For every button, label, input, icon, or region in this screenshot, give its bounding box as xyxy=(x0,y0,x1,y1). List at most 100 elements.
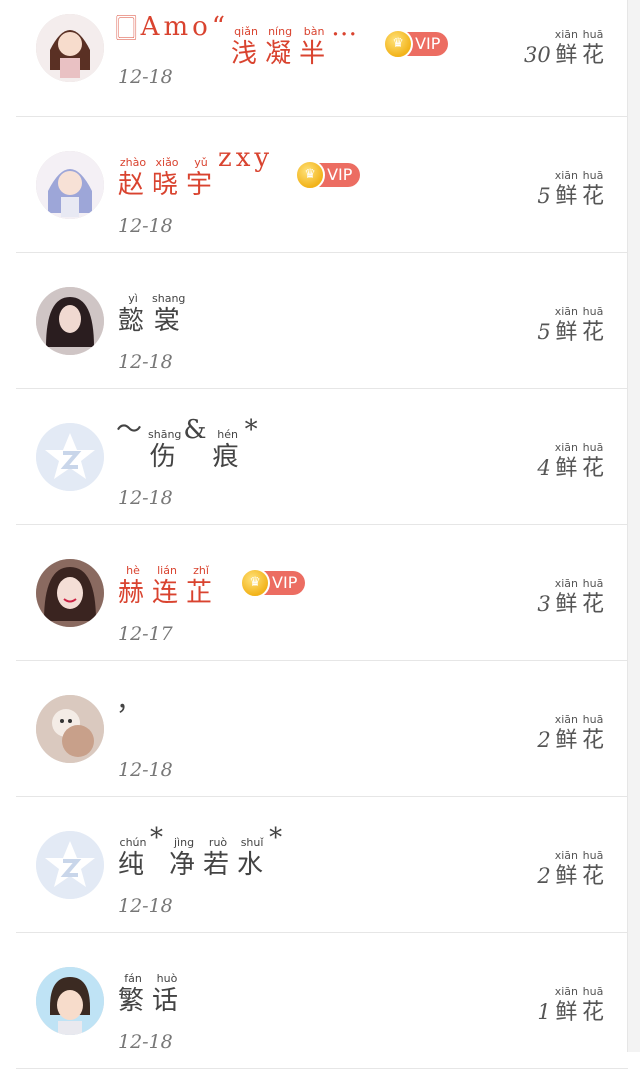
name-char-with-pinyin: zhǐ 芷 xyxy=(186,564,216,608)
vip-label: VIP xyxy=(327,165,353,184)
name-char-with-pinyin: fán 繁 xyxy=(118,972,148,1016)
name-text-segment: … xyxy=(331,12,362,42)
name-char-with-pinyin: xiǎo 晓 xyxy=(152,156,182,200)
name-char-with-pinyin: xiān 鲜 xyxy=(555,28,578,70)
flower-count: 2 xiān 鲜 huā 花 xyxy=(537,849,606,891)
name-char-with-pinyin: yǔ 宇 xyxy=(186,156,216,200)
hanzi-character: 水 xyxy=(237,850,268,880)
hanzi-character: 鲜 xyxy=(555,1000,578,1025)
name-char-with-pinyin: xiān 鲜 xyxy=(555,441,578,483)
hanzi-character: 赵 xyxy=(118,170,149,200)
avatar[interactable] xyxy=(36,967,104,1035)
list-item[interactable]: ～ shāng 伤 & hén 痕 * 12-18 4 xiān 鲜 huā 花 xyxy=(16,389,628,525)
user-name[interactable]: hè 赫 lián 连 zhǐ 芷 xyxy=(116,551,218,608)
gift-date: 12-18 xyxy=(118,215,173,237)
name-char-with-pinyin: xiān 鲜 xyxy=(555,713,578,755)
name-text-segment: zxy xyxy=(218,143,274,173)
list-item[interactable]: hè 赫 lián 连 zhǐ 芷 ♛ VIP 12-17 3 xiān 鲜 huā 花 xyxy=(16,525,628,661)
pinyin-annotation: bàn xyxy=(303,25,325,38)
list-item[interactable]: zhào 赵 xiǎo 晓 yǔ 宇 zxy ♛ VIP 12-18 5 xiān 鲜 huā 花 xyxy=(16,117,628,253)
name-char-with-pinyin: shang 裳 xyxy=(152,292,185,336)
avatar[interactable] xyxy=(36,14,104,82)
pinyin-annotation: níng xyxy=(268,25,293,38)
name-char-with-pinyin: huā 花 xyxy=(582,441,604,483)
flower-count: 2 xiān 鲜 huā 花 xyxy=(537,713,606,755)
avatar[interactable] xyxy=(36,287,104,355)
list-item[interactable]: 🀆Amo“ qiǎn 浅 níng 凝 bàn 半… ♛ VIP 12-18 30 xiān 鲜 huā 花 xyxy=(16,0,628,117)
user-name[interactable]: 🀆Amo“ qiǎn 浅 níng 凝 bàn 半… xyxy=(116,12,361,69)
crown-icon: ♛ xyxy=(240,567,271,598)
default-avatar-icon[interactable] xyxy=(36,423,104,491)
pinyin-annotation: lián xyxy=(157,564,177,577)
pinyin-annotation: yǔ xyxy=(194,156,208,169)
user-name-line: 🀆Amo“ qiǎn 浅 níng 凝 bàn 半… ♛ VIP xyxy=(116,12,449,69)
user-name[interactable]: yì 懿 shang 裳 xyxy=(116,279,187,336)
avatar[interactable] xyxy=(36,559,104,627)
crown-icon: ♛ xyxy=(295,159,326,190)
list-item[interactable]: chún 纯 * jìng 净 ruò 若 shuǐ 水 * 12-18 2 xiān 鲜 huā 花 xyxy=(16,797,628,933)
hanzi-character: 伤 xyxy=(149,442,180,472)
name-char-with-pinyin: qiǎn 浅 xyxy=(231,25,261,69)
pinyin-annotation: huā xyxy=(582,169,604,182)
hanzi-character: 鲜 xyxy=(555,456,578,481)
user-name-line: zhào 赵 xiǎo 晓 yǔ 宇 zxy ♛ VIP xyxy=(116,143,361,200)
default-avatar-icon[interactable] xyxy=(36,831,104,899)
avatar[interactable] xyxy=(36,151,104,219)
user-name[interactable]: ～ shāng 伤 & hén 痕 * xyxy=(116,415,262,472)
gift-date: 12-18 xyxy=(118,66,173,88)
pinyin-annotation: hè xyxy=(126,564,140,577)
pinyin-annotation: xiān xyxy=(554,849,578,862)
name-char-with-pinyin: xiān 鲜 xyxy=(555,169,578,211)
hanzi-character: 花 xyxy=(581,320,604,345)
hanzi-character: 赫 xyxy=(118,578,149,608)
flower-count-number: 2 xyxy=(537,864,551,888)
name-char-with-pinyin: huā 花 xyxy=(582,28,604,70)
list-item[interactable]: fán 繁 huò 话 12-18 1 xiān 鲜 huā 花 xyxy=(16,933,628,1069)
name-text-segment: * xyxy=(150,823,168,853)
hanzi-character: 痕 xyxy=(212,442,243,472)
hanzi-character: 鲜 xyxy=(555,728,578,753)
hanzi-character: 花 xyxy=(581,592,604,617)
hanzi-character: 芷 xyxy=(186,578,217,608)
pinyin-annotation: xiǎo xyxy=(155,156,179,169)
name-text-segment: * xyxy=(244,415,262,445)
flower-count: 5 xiān 鲜 huā 花 xyxy=(537,305,606,347)
user-name[interactable]: chún 纯 * jìng 净 ruò 若 shuǐ 水 * xyxy=(116,823,286,880)
flower-count-number: 1 xyxy=(537,1000,551,1024)
hanzi-character: 鲜 xyxy=(555,43,578,68)
hanzi-character: 花 xyxy=(581,184,604,209)
user-name-line: ， xyxy=(116,687,146,717)
pinyin-annotation: xiān xyxy=(554,305,578,318)
hanzi-character: 话 xyxy=(152,986,183,1016)
list-item[interactable]: ， 12-18 2 xiān 鲜 huā 花 xyxy=(16,661,628,797)
name-char-with-pinyin: huā 花 xyxy=(582,713,604,755)
hanzi-character: 若 xyxy=(203,850,234,880)
name-char-with-pinyin: níng 凝 xyxy=(265,25,295,69)
pinyin-annotation: huā xyxy=(582,849,604,862)
user-name[interactable]: fán 繁 huò 话 xyxy=(116,959,184,1016)
name-char-with-pinyin: hè 赫 xyxy=(118,564,148,608)
name-text-segment: ～ xyxy=(116,415,147,445)
user-name-line: chún 纯 * jìng 净 ruò 若 shuǐ 水 * xyxy=(116,823,286,880)
pinyin-annotation: jìng xyxy=(173,836,195,849)
gift-date: 12-18 xyxy=(118,1031,173,1053)
hanzi-character: 浅 xyxy=(231,39,262,69)
name-char-with-pinyin: yì 懿 xyxy=(118,292,148,336)
user-name[interactable]: zhào 赵 xiǎo 晓 yǔ 宇 zxy xyxy=(116,143,273,200)
name-char-with-pinyin: ruò 若 xyxy=(203,836,233,880)
pinyin-annotation: shāng xyxy=(148,428,182,441)
pinyin-annotation: chún xyxy=(119,836,147,849)
flower-count-number: 5 xyxy=(537,320,551,344)
flower-ranking-list: 🀆Amo“ qiǎn 浅 níng 凝 bàn 半… ♛ VIP 12-18 30 xiān 鲜 huā 花… xyxy=(0,0,628,1069)
name-char-with-pinyin: xiān 鲜 xyxy=(555,577,578,619)
user-name[interactable]: ， xyxy=(116,687,146,717)
list-item[interactable]: yì 懿 shang 裳 12-18 5 xiān 鲜 huā 花 xyxy=(16,253,628,389)
pinyin-annotation: huā xyxy=(582,28,604,41)
pinyin-annotation: xiān xyxy=(554,169,578,182)
user-name-line: fán 繁 huò 话 xyxy=(116,959,184,1016)
name-text-segment: & xyxy=(183,415,211,445)
avatar[interactable] xyxy=(36,695,104,763)
user-name-line: ～ shāng 伤 & hén 痕 * xyxy=(116,415,262,472)
user-name-line: hè 赫 lián 连 zhǐ 芷 ♛ VIP xyxy=(116,551,306,608)
name-char-with-pinyin: xiān 鲜 xyxy=(555,305,578,347)
